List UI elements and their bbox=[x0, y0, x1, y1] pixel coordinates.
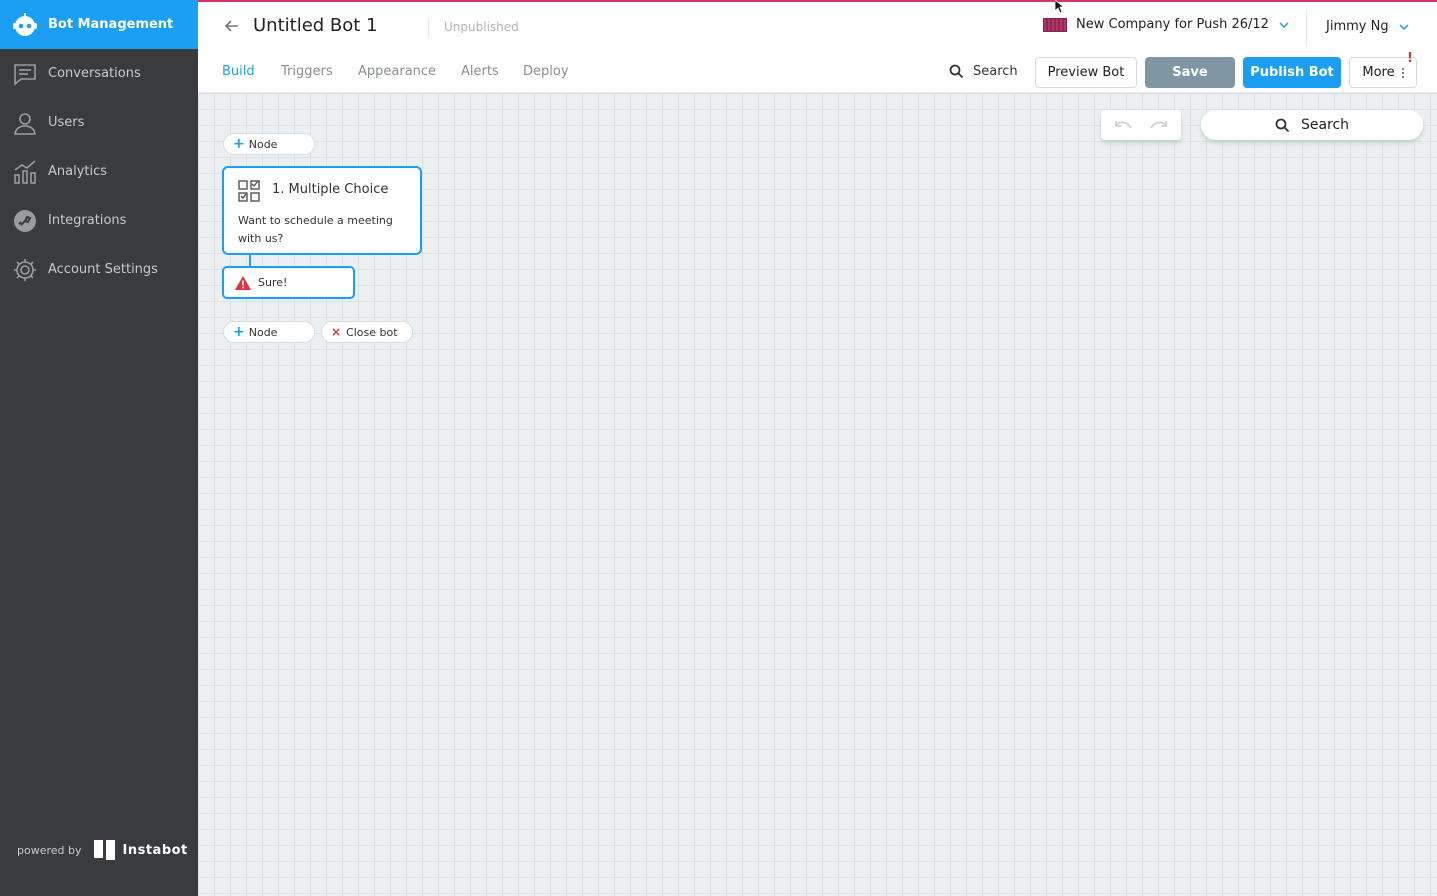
brand-name: Instabot bbox=[122, 842, 188, 858]
chat-icon bbox=[0, 49, 48, 98]
close-icon: × bbox=[331, 325, 342, 339]
tab-alerts[interactable]: Alerts bbox=[461, 64, 499, 79]
close-bot-label: Close bot bbox=[346, 325, 398, 339]
multiple-choice-icon bbox=[238, 180, 260, 202]
sidebar: Bot Management Conversations Users Analy… bbox=[0, 0, 198, 896]
sub-header: Build Triggers Appearance Alerts Deploy … bbox=[198, 51, 1437, 93]
kebab-icon bbox=[1401, 67, 1404, 78]
publish-bot-button[interactable]: Publish Bot bbox=[1243, 57, 1341, 88]
search-button[interactable]: Search bbox=[949, 64, 1018, 79]
sidebar-item-label: Analytics bbox=[48, 164, 108, 179]
company-flag-icon bbox=[1043, 17, 1067, 32]
preview-bot-button[interactable]: Preview Bot bbox=[1035, 57, 1137, 88]
mouse-cursor-icon bbox=[1055, 0, 1065, 14]
company-name: New Company for Push 26/12 bbox=[1076, 17, 1269, 32]
powered-by-label: powered by bbox=[17, 843, 82, 857]
plus-icon: + bbox=[233, 324, 245, 340]
top-header: Untitled Bot 1 Unpublished New Company f… bbox=[198, 0, 1437, 52]
canvas-search-input[interactable]: Search bbox=[1201, 110, 1423, 140]
instabot-logo-icon bbox=[93, 840, 118, 860]
sidebar-item-label: Users bbox=[48, 115, 85, 130]
choice-label: Sure! bbox=[258, 276, 288, 289]
sidebar-item-integrations[interactable]: Integrations bbox=[0, 196, 198, 245]
node-text: Want to schedule a meeting with us? bbox=[238, 214, 393, 245]
tab-deploy[interactable]: Deploy bbox=[523, 64, 569, 79]
chevron-down-icon bbox=[1399, 23, 1409, 30]
plus-icon: + bbox=[233, 136, 245, 152]
warning-icon bbox=[235, 275, 251, 290]
add-node-label: Node bbox=[248, 137, 278, 151]
add-node-label: Node bbox=[248, 325, 278, 339]
alert-indicator: ! bbox=[1407, 51, 1413, 66]
search-icon bbox=[1275, 118, 1290, 132]
status-badge: Unpublished bbox=[444, 20, 519, 34]
redo-icon[interactable] bbox=[1148, 118, 1170, 132]
node-title: 1. Multiple Choice bbox=[272, 182, 389, 197]
sidebar-item-analytics[interactable]: Analytics bbox=[0, 147, 198, 196]
save-button[interactable]: Save bbox=[1145, 57, 1235, 88]
back-arrow-icon[interactable] bbox=[222, 16, 242, 36]
sidebar-item-label: Conversations bbox=[48, 66, 141, 81]
divider bbox=[428, 18, 429, 38]
undo-redo-group bbox=[1101, 110, 1181, 140]
build-canvas[interactable]: Search + Node 1. Multiple Choice Want to… bbox=[198, 93, 1437, 896]
sidebar-item-label: Account Settings bbox=[48, 262, 158, 277]
user-name: Jimmy Ng bbox=[1326, 19, 1389, 34]
analytics-icon bbox=[0, 147, 48, 196]
page-title[interactable]: Untitled Bot 1 bbox=[253, 15, 378, 36]
canvas-search-label: Search bbox=[1300, 117, 1350, 133]
tab-triggers[interactable]: Triggers bbox=[281, 64, 333, 79]
user-menu[interactable]: Jimmy Ng bbox=[1326, 19, 1409, 34]
sidebar-item-bot-management[interactable]: Bot Management bbox=[0, 0, 198, 49]
integrations-icon bbox=[0, 196, 48, 245]
sidebar-item-account-settings[interactable]: Account Settings bbox=[0, 245, 198, 294]
gear-icon bbox=[0, 245, 48, 294]
user-icon bbox=[0, 98, 48, 147]
tab-build[interactable]: Build bbox=[222, 64, 255, 79]
search-icon bbox=[949, 64, 964, 79]
add-node-button[interactable]: + Node bbox=[223, 133, 315, 155]
add-node-button-bottom[interactable]: + Node bbox=[223, 321, 315, 343]
search-label: Search bbox=[973, 64, 1018, 79]
choice-option[interactable]: Sure! bbox=[222, 266, 355, 299]
tab-appearance[interactable]: Appearance bbox=[358, 64, 436, 79]
company-selector[interactable]: New Company for Push 26/12 bbox=[1043, 17, 1289, 32]
multiple-choice-node[interactable]: 1. Multiple Choice Want to schedule a me… bbox=[222, 166, 422, 255]
sidebar-item-users[interactable]: Users bbox=[0, 98, 198, 147]
powered-by: powered by Instabot bbox=[17, 840, 188, 860]
close-bot-button[interactable]: × Close bot bbox=[321, 321, 413, 343]
sidebar-item-conversations[interactable]: Conversations bbox=[0, 49, 198, 98]
undo-icon[interactable] bbox=[1112, 118, 1134, 132]
more-label: More bbox=[1362, 65, 1395, 80]
bot-icon bbox=[0, 0, 48, 49]
sidebar-item-label: Bot Management bbox=[48, 17, 174, 32]
sidebar-item-label: Integrations bbox=[48, 213, 127, 228]
divider bbox=[1306, 10, 1307, 46]
chevron-down-icon bbox=[1279, 21, 1289, 28]
